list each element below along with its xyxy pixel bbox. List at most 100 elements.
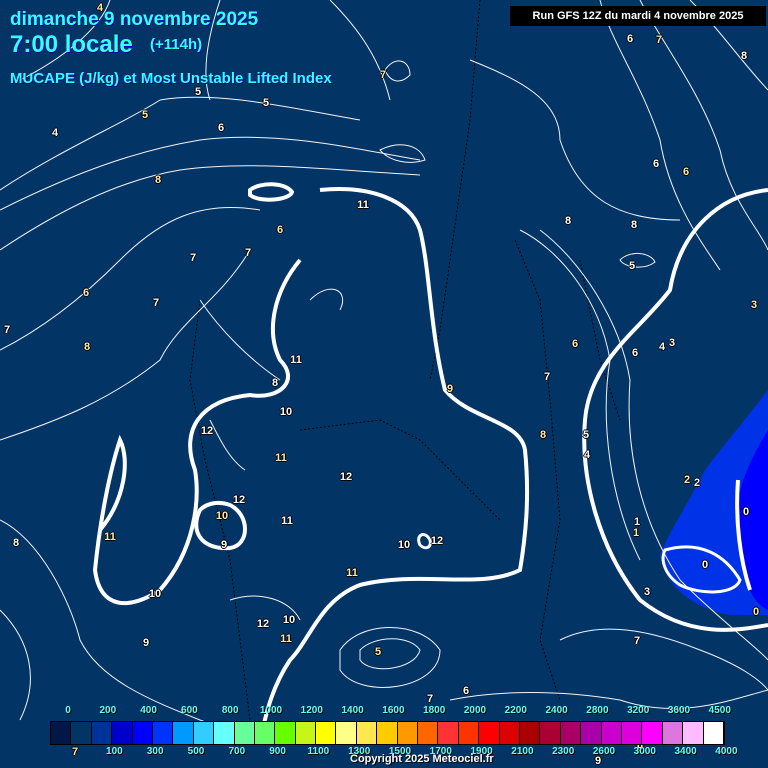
legend-bottom-label: 2300 [552,746,575,757]
lifted-index-label: 12 [339,471,353,483]
lifted-index-label: 11 [104,531,116,543]
lifted-index-label: 7 [244,247,252,259]
legend-top-label: 2000 [463,705,487,716]
legend-top-label: 2400 [545,705,568,716]
legend-swatch [397,722,419,744]
lifted-index-label: 2 [683,474,691,486]
lifted-index-label: 11 [346,567,358,579]
legend-top-label: 1400 [341,705,364,716]
legend-swatch [152,722,174,744]
legend-bottom-label: 1100 [307,746,330,757]
lifted-index-label: 10 [397,539,411,551]
lifted-index-label: 9 [220,539,228,551]
lifted-index-label: 6 [571,338,579,350]
thin-contours [0,0,768,738]
copyright: Copyright 2025 Meteociel.fr [350,753,494,765]
legend-bottom-label: 4000 [715,746,738,757]
lifted-index-label: 8 [630,219,638,231]
lifted-index-label: 3 [750,299,758,311]
legend-bottom-label: 3000 [633,746,656,757]
lifted-index-label: 12 [256,618,270,630]
legend-swatch [479,722,500,744]
lifted-index-label: 11 [290,354,302,366]
legend-top-label: 1000 [259,705,283,716]
legend-swatch [316,722,337,744]
lifted-index-label: 11 [281,515,293,527]
forecast-date: dimanche 9 novembre 2025 [10,9,259,30]
legend-top-label: 1800 [423,705,446,716]
legend-bottom-label: 500 [187,746,205,757]
lifted-index-label: 7 [543,371,551,383]
lifted-index-label: 2 [693,477,701,489]
lifted-index-label: 8 [12,537,20,549]
legend-swatch [458,722,480,744]
legend-swatch [275,722,296,744]
lifted-index-label: 5 [374,646,382,658]
lifted-index-label: 5 [262,97,270,109]
legend-swatch [112,722,133,744]
legend-swatch [254,722,276,744]
lifted-index-label: 1 [632,527,640,539]
lifted-index-label: 8 [539,429,547,441]
legend-swatch [581,722,602,744]
lifted-index-label: 7 [379,69,387,81]
legend-bottom-label: 2600 [592,746,616,757]
legend-bottom-label: 3400 [674,746,697,757]
legend-top-label: 200 [99,705,117,716]
legend-swatch [173,722,194,744]
legend-top-label: 3600 [667,705,691,716]
lifted-index-label: 12 [430,535,444,547]
legend-top-label: 2200 [504,705,527,716]
lifted-index-label: 3 [668,337,676,349]
legend-swatch [642,722,663,744]
legend-swatch [662,722,684,744]
lifted-index-label: 9 [142,637,150,649]
lifted-index-label: 12 [200,425,214,437]
lifted-index-label: 7 [189,252,197,264]
contour-layer [0,0,768,741]
legend-swatch [519,722,541,744]
lifted-index-label: 8 [740,50,748,62]
legend-swatch [193,722,215,744]
lifted-index-label: 12 [232,494,246,506]
legend-swatch [621,722,643,744]
lifted-index-label: 0 [701,559,709,571]
legend-swatch [336,722,357,744]
legend-top-label: 800 [221,705,239,716]
lifted-index-label: 0 [742,506,750,518]
lifted-index-label: 7 [3,324,11,336]
lifted-index-label: 6 [276,224,284,236]
lifted-index-label: 5 [582,429,590,441]
legend-swatch [356,722,378,744]
lifted-index-label: 8 [564,215,572,227]
legend-bottom-label: 300 [146,746,164,757]
lifted-index-label: 5 [194,86,202,98]
lifted-index-label: 10 [148,588,162,600]
legend-swatch [601,722,622,744]
lifted-index-label: 6 [652,158,660,170]
legend-bottom-label: 2100 [511,746,534,757]
lifted-index-label: 11 [275,452,287,464]
legend-top-label: 1600 [382,705,405,716]
legend-swatch [51,722,72,744]
legend-top-label: 3200 [627,705,650,716]
lifted-index-label: 6 [82,287,90,299]
lifted-index-label: 7 [152,297,160,309]
legend-swatch [703,722,724,744]
lifted-index-label: 6 [462,685,470,697]
lifted-index-label: 7 [71,746,79,758]
legend-bottom-label: 900 [269,746,286,757]
lifted-index-label: 8 [154,174,162,186]
lifted-index-label: 5 [141,109,149,121]
lifted-index-label: 3 [643,586,651,598]
lifted-index-label: 6 [682,166,690,178]
main-contours [92,182,768,741]
legend-swatch [132,722,153,744]
legend-swatch [91,722,113,744]
legend-swatch [71,722,92,744]
color-legend-bar [50,721,725,745]
legend-swatch [683,722,704,744]
legend-swatch [540,722,561,744]
legend-top-label: 400 [140,705,157,716]
legend-top-label: 2800 [586,705,609,716]
